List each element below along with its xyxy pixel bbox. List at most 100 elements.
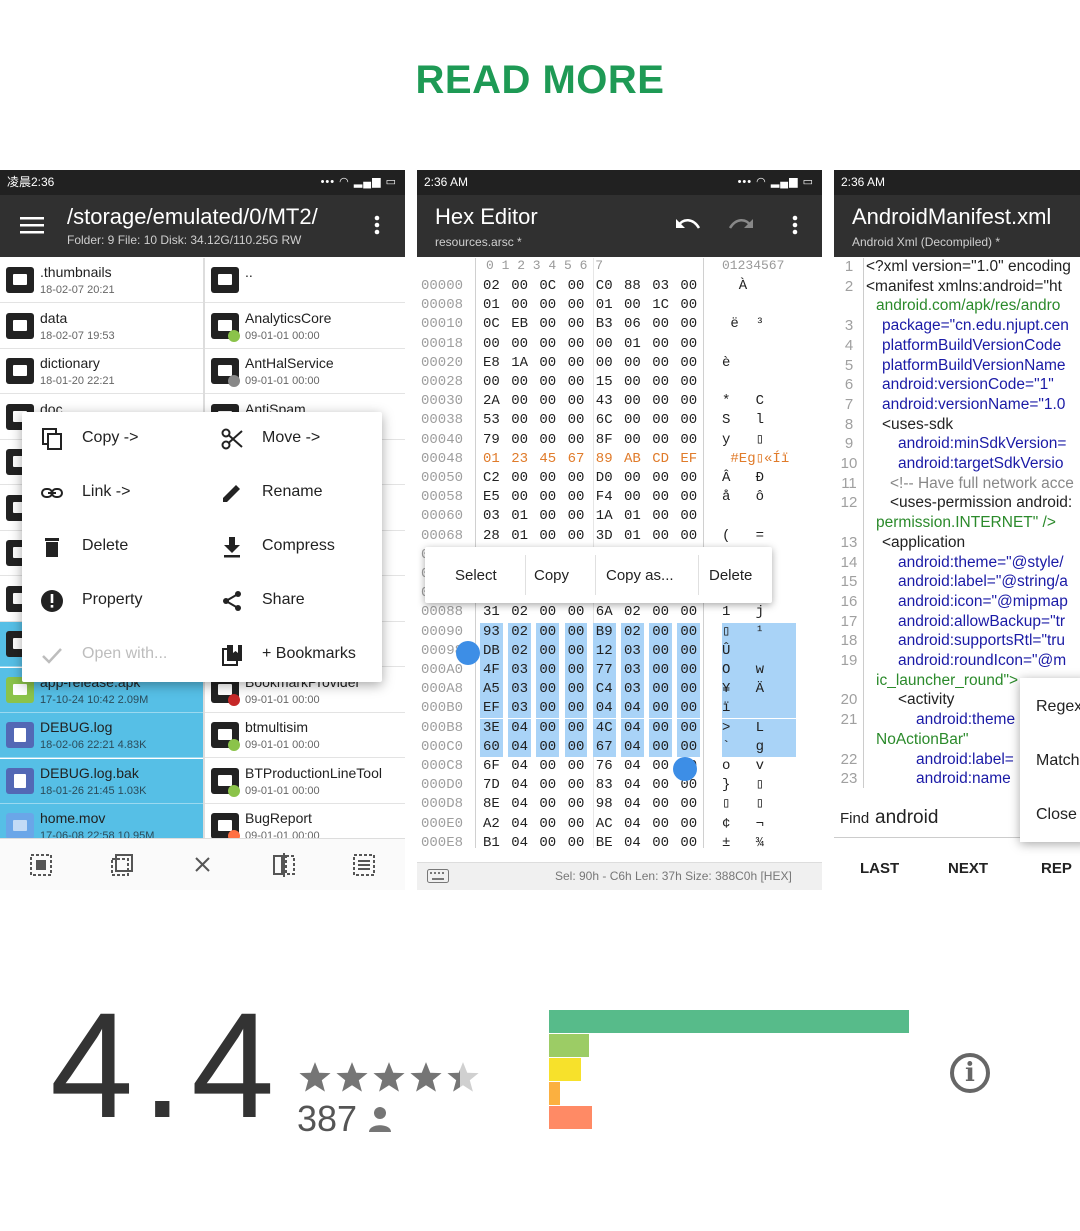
hex-byte[interactable]: 00 — [677, 431, 700, 450]
menu-compress[interactable]: Compress — [202, 520, 382, 574]
hex-byte[interactable]: 00 — [536, 469, 559, 488]
hex-byte[interactable]: 00 — [649, 737, 672, 757]
hex-byte[interactable]: E8 — [480, 354, 503, 373]
hex-byte[interactable]: 00 — [677, 603, 700, 622]
close-icon[interactable] — [195, 857, 210, 872]
file-row[interactable]: AnalyticsCore 09-01-01 00:00 — [205, 304, 405, 349]
hex-byte[interactable]: 00 — [621, 392, 644, 411]
hex-byte[interactable]: 00 — [536, 815, 559, 834]
hex-byte[interactable]: C2 — [480, 469, 503, 488]
hex-byte[interactable]: 00 — [565, 757, 588, 776]
hex-byte[interactable]: C0 — [593, 277, 616, 296]
hex-byte[interactable]: 00 — [649, 776, 672, 795]
hex-byte[interactable]: 00 — [677, 373, 700, 392]
hex-ascii[interactable]: Â Ð — [722, 469, 764, 488]
hex-byte[interactable]: 00 — [677, 699, 701, 719]
hex-byte[interactable]: 00 — [649, 661, 672, 680]
menu-open-with[interactable]: Open with... — [22, 628, 202, 682]
hex-byte[interactable]: 00 — [564, 737, 588, 757]
hex-byte[interactable]: 00 — [536, 795, 559, 814]
hex-byte[interactable]: 03 — [621, 680, 644, 700]
hex-byte[interactable]: 00 — [480, 373, 503, 392]
hex-byte[interactable]: 04 — [621, 795, 644, 814]
hex-byte[interactable]: 00 — [536, 373, 559, 392]
hex-byte[interactable]: 00 — [621, 411, 644, 430]
hex-byte[interactable]: 00 — [480, 335, 503, 354]
hex-byte[interactable]: 00 — [565, 354, 588, 373]
hex-byte[interactable]: AC — [593, 815, 616, 834]
hex-byte[interactable]: C4 — [592, 680, 616, 700]
hex-byte[interactable]: 00 — [649, 680, 672, 700]
select-all-icon[interactable] — [30, 854, 52, 876]
hex-byte[interactable]: 0C — [480, 315, 503, 334]
hex-byte[interactable]: 03 — [508, 661, 531, 680]
hex-byte[interactable]: 00 — [536, 737, 560, 757]
hex-byte[interactable]: 01 — [621, 527, 644, 546]
code-line[interactable]: android:targetSdkVersio — [898, 455, 1063, 473]
hex-byte[interactable]: A2 — [480, 815, 503, 834]
hex-byte[interactable]: 01 — [621, 507, 644, 526]
hex-byte[interactable]: 00 — [536, 757, 559, 776]
hex-byte[interactable]: 02 — [621, 603, 644, 622]
hex-byte[interactable]: 00 — [677, 815, 700, 834]
hex-ascii[interactable]: S l — [722, 411, 764, 430]
hex-row[interactable]: 00000 02 00 0C 00 C0 88 03 00 À — [417, 277, 822, 296]
redo-icon[interactable] — [728, 217, 754, 233]
hex-byte[interactable]: 3E — [480, 718, 503, 738]
hex-byte[interactable]: B9 — [592, 622, 616, 642]
hex-ascii[interactable]: Û — [722, 641, 796, 661]
hex-byte[interactable]: 00 — [564, 622, 588, 642]
hex-byte[interactable]: 00 — [649, 373, 672, 392]
hex-byte[interactable]: 04 — [621, 834, 644, 853]
hex-byte[interactable]: A5 — [480, 680, 503, 700]
hex-byte[interactable]: 43 — [593, 392, 616, 411]
hex-byte[interactable]: 04 — [621, 776, 644, 795]
menu-rename[interactable]: Rename — [202, 466, 382, 520]
hex-byte[interactable]: 00 — [649, 507, 672, 526]
hex-ascii[interactable]: À — [722, 277, 756, 296]
hex-byte[interactable]: 00 — [536, 641, 560, 661]
replace-button[interactable]: REP — [1041, 860, 1072, 877]
hex-byte[interactable]: 00 — [508, 469, 531, 488]
hex-byte[interactable]: 00 — [536, 680, 560, 700]
code-line[interactable]: android:label= — [916, 751, 1014, 769]
hex-byte[interactable]: 04 — [621, 737, 644, 757]
hex-ascii[interactable]: ¥ Ä — [722, 680, 796, 700]
hex-byte[interactable]: 67 — [592, 737, 616, 757]
hex-row[interactable]: 00038 53 00 00 00 6C 00 00 00 S l — [417, 411, 822, 430]
hex-byte[interactable]: 04 — [508, 795, 531, 814]
hex-byte[interactable]: 28 — [480, 527, 503, 546]
hex-byte[interactable]: 00 — [649, 718, 672, 738]
hex-byte[interactable]: 4C — [592, 718, 616, 738]
hex-byte[interactable]: 04 — [621, 718, 644, 738]
hex-row[interactable]: 000E0 A2 04 00 00 AC 04 00 00 ¢ ¬ — [417, 815, 822, 834]
hex-byte[interactable]: B1 — [480, 834, 503, 853]
hex-byte[interactable]: 83 — [593, 776, 616, 795]
hex-row[interactable]: 00060 03 01 00 00 1A 01 00 00 — [417, 507, 822, 526]
menu-icon[interactable] — [20, 215, 44, 235]
hex-byte[interactable]: 89 — [593, 450, 616, 469]
hex-byte[interactable]: 00 — [621, 296, 644, 315]
hex-byte[interactable]: DB — [480, 641, 503, 661]
hex-byte[interactable]: 00 — [649, 795, 672, 814]
hex-byte[interactable]: 00 — [649, 411, 672, 430]
hex-byte[interactable]: 4F — [480, 661, 503, 680]
hex-byte[interactable]: 00 — [677, 335, 700, 354]
hex-byte[interactable]: 8F — [593, 431, 616, 450]
hex-row[interactable]: 000D8 8E 04 00 00 98 04 00 00 ▯ ▯ — [417, 795, 822, 814]
hex-byte[interactable]: 00 — [565, 373, 588, 392]
hex-ascii[interactable]: ± ¾ — [722, 834, 764, 853]
hex-byte[interactable]: 00 — [508, 335, 531, 354]
code-line[interactable]: android:supportsRtl="tru — [898, 632, 1065, 650]
more-vert-icon[interactable] — [792, 215, 798, 235]
menu-property[interactable]: Property — [22, 574, 202, 628]
hex-byte[interactable]: 00 — [536, 315, 559, 334]
hex-byte[interactable]: 00 — [565, 469, 588, 488]
hex-row[interactable]: 000A0 4F 03 00 00 77 03 00 00 O w — [417, 661, 822, 680]
hex-byte[interactable]: 00 — [677, 834, 700, 853]
info-icon[interactable]: i — [950, 1053, 990, 1093]
code-line[interactable]: NoActionBar" — [876, 731, 969, 749]
hex-byte[interactable]: 00 — [677, 488, 700, 507]
code-line[interactable]: android:icon="@mipmap — [898, 593, 1068, 611]
hex-row[interactable]: 000C86F04000076040000o v — [417, 757, 822, 776]
